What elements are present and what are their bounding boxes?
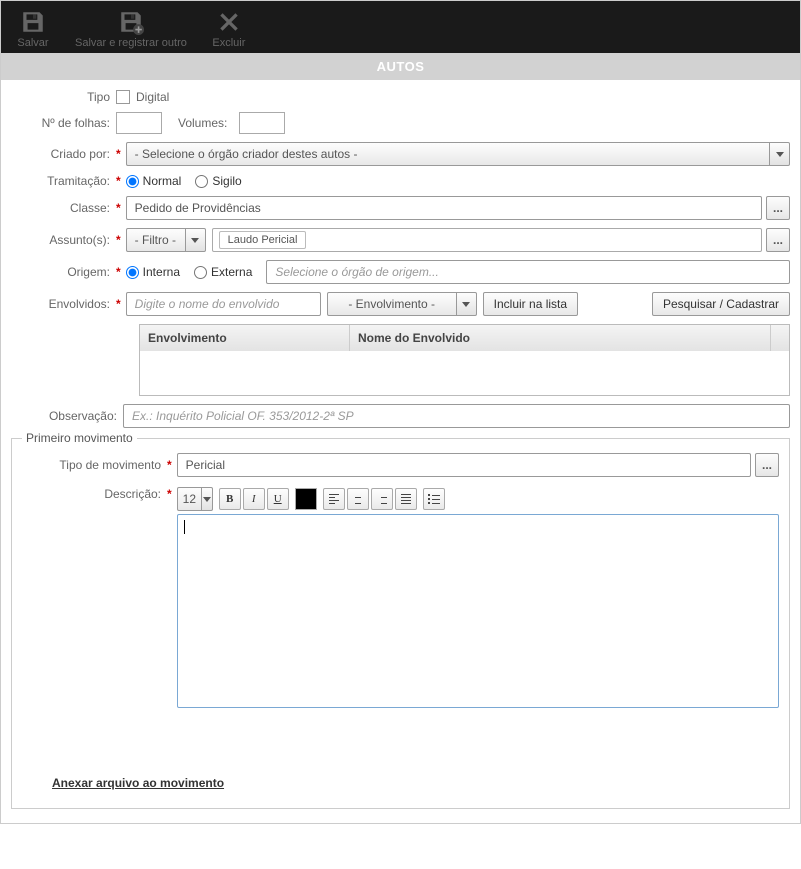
criado-por-value: - Selecione o órgão criador destes autos… (126, 142, 770, 166)
origem-interna-radio[interactable]: Interna (126, 265, 180, 279)
assunto-filter-select[interactable]: - Filtro - (126, 228, 206, 252)
tipo-label: Tipo (11, 90, 116, 104)
envolvidos-table: Envolvimento Nome do Envolvido (139, 324, 790, 396)
delete-label: Excluir (212, 37, 245, 49)
table-body-empty (140, 351, 789, 395)
folhas-input[interactable] (116, 112, 162, 134)
classe-label: Classe: (11, 201, 116, 215)
assuntos-label: Assunto(s): (11, 233, 116, 247)
align-justify-button[interactable] (395, 488, 417, 510)
assunto-lookup-button[interactable]: ... (766, 228, 790, 252)
folhas-label: Nº de folhas: (11, 116, 116, 130)
origem-externa-radio[interactable]: Externa (194, 265, 252, 279)
assunto-tag[interactable]: Laudo Pericial (219, 231, 307, 249)
save-icon (18, 9, 48, 35)
required-marker: * (116, 201, 121, 215)
origem-orgao-input[interactable] (266, 260, 790, 284)
descricao-label: Descrição: (22, 487, 167, 501)
tramitacao-label: Tramitação: (11, 174, 116, 188)
rte-toolbar: 12 B I U (177, 487, 779, 511)
tramitacao-normal-radio[interactable]: Normal (126, 174, 182, 188)
save-new-label: Salvar e registrar outro (75, 37, 187, 49)
descricao-editor[interactable] (177, 514, 779, 708)
envolvimento-value: - Envolvimento - (327, 292, 457, 316)
save-plus-icon (116, 9, 146, 35)
chevron-down-icon (186, 228, 206, 252)
volumes-input[interactable] (239, 112, 285, 134)
volumes-label: Volumes: (178, 116, 227, 130)
align-center-button[interactable] (347, 488, 369, 510)
required-marker: * (167, 487, 172, 501)
font-color-button[interactable] (295, 488, 317, 510)
criado-por-label: Criado por: (11, 147, 116, 161)
underline-button[interactable]: U (267, 488, 289, 510)
delete-icon (214, 9, 244, 35)
font-size-select[interactable]: 12 (177, 487, 213, 511)
align-right-button[interactable] (371, 488, 393, 510)
required-marker: * (116, 147, 121, 161)
fieldset-title: Primeiro movimento (22, 431, 137, 445)
page-title: AUTOS (1, 53, 800, 80)
assunto-filter-value: - Filtro - (126, 228, 186, 252)
italic-button[interactable]: I (243, 488, 265, 510)
bullet-list-button[interactable] (423, 488, 445, 510)
primeiro-movimento-fieldset: Primeiro movimento Tipo de movimento * .… (11, 438, 790, 809)
tipo-movimento-input[interactable] (177, 453, 751, 477)
envolvimento-select[interactable]: - Envolvimento - (327, 292, 477, 316)
table-col-action (771, 325, 789, 351)
digital-label: Digital (136, 90, 169, 104)
origem-label: Origem: (11, 265, 116, 279)
classe-lookup-button[interactable]: ... (766, 196, 790, 220)
observacao-input[interactable] (123, 404, 790, 428)
envolvido-nome-input[interactable] (126, 292, 321, 316)
chevron-down-icon (457, 292, 477, 316)
required-marker: * (116, 265, 121, 279)
digital-checkbox[interactable] (116, 90, 130, 104)
envolvidos-label: Envolvidos: (11, 297, 116, 311)
align-left-button[interactable] (323, 488, 345, 510)
incluir-na-lista-button[interactable]: Incluir na lista (483, 292, 578, 316)
classe-input[interactable] (126, 196, 762, 220)
main-toolbar: Salvar Salvar e registrar outro Excluir (1, 1, 800, 53)
observacao-label: Observação: (11, 409, 123, 423)
save-label: Salvar (17, 37, 48, 49)
required-marker: * (116, 297, 121, 311)
required-marker: * (167, 458, 172, 472)
tipo-movimento-lookup-button[interactable]: ... (755, 453, 779, 477)
anexar-arquivo-link[interactable]: Anexar arquivo ao movimento (52, 776, 224, 790)
tipo-movimento-label: Tipo de movimento (22, 458, 167, 472)
save-and-new-button[interactable]: Salvar e registrar outro (67, 7, 195, 51)
save-button[interactable]: Salvar (5, 7, 61, 51)
table-col-envolvimento: Envolvimento (140, 325, 350, 351)
bold-button[interactable]: B (219, 488, 241, 510)
chevron-down-icon (770, 142, 790, 166)
criado-por-select[interactable]: - Selecione o órgão criador destes autos… (126, 142, 790, 166)
font-size-value: 12 (177, 487, 202, 511)
required-marker: * (116, 174, 121, 188)
tramitacao-sigilo-radio[interactable]: Sigilo (195, 174, 241, 188)
table-col-nome: Nome do Envolvido (350, 325, 771, 351)
delete-button[interactable]: Excluir (201, 7, 257, 51)
pesquisar-cadastrar-button[interactable]: Pesquisar / Cadastrar (652, 292, 790, 316)
chevron-down-icon (202, 487, 213, 511)
required-marker: * (116, 233, 121, 247)
